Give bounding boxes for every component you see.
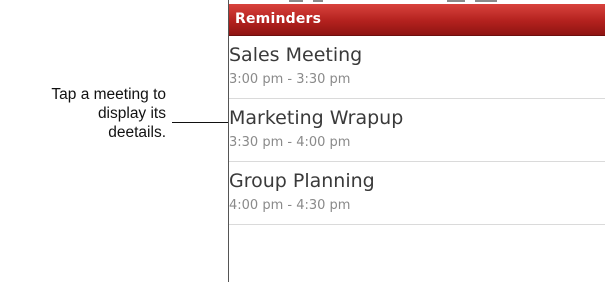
callout-pointer-line xyxy=(172,122,228,123)
callout-line-1: Tap a meeting to xyxy=(51,86,166,103)
status-icon xyxy=(313,0,323,2)
status-icon xyxy=(289,0,303,2)
title-bar: Reminders xyxy=(229,4,605,36)
device-screen: Reminders Sales Meeting 3:00 pm - 3:30 p… xyxy=(228,0,605,282)
reminders-list: Sales Meeting 3:00 pm - 3:30 pm Marketin… xyxy=(229,36,605,225)
reminder-item-group-planning[interactable]: Group Planning 4:00 pm - 4:30 pm xyxy=(229,162,605,225)
callout-text: Tap a meeting to display its deetails. xyxy=(0,85,166,142)
status-icon xyxy=(475,0,497,2)
page: Tap a meeting to display its deetails. R… xyxy=(0,0,605,282)
reminder-time: 4:00 pm - 4:30 pm xyxy=(229,198,351,213)
callout-line-3: deetails. xyxy=(108,124,166,141)
reminder-title: Sales Meeting xyxy=(229,44,363,66)
status-icon xyxy=(447,0,465,2)
reminder-time: 3:30 pm - 4:00 pm xyxy=(229,135,351,150)
reminder-item-sales-meeting[interactable]: Sales Meeting 3:00 pm - 3:30 pm xyxy=(229,36,605,99)
reminder-title: Marketing Wrapup xyxy=(229,107,404,129)
reminder-item-marketing-wrapup[interactable]: Marketing Wrapup 3:30 pm - 4:00 pm xyxy=(229,99,605,162)
callout-annotation: Tap a meeting to display its deetails. xyxy=(0,0,228,282)
reminder-time: 3:00 pm - 3:30 pm xyxy=(229,72,351,87)
callout-line-2: display its xyxy=(97,105,166,122)
app-title: Reminders xyxy=(235,11,322,27)
reminder-title: Group Planning xyxy=(229,170,375,192)
